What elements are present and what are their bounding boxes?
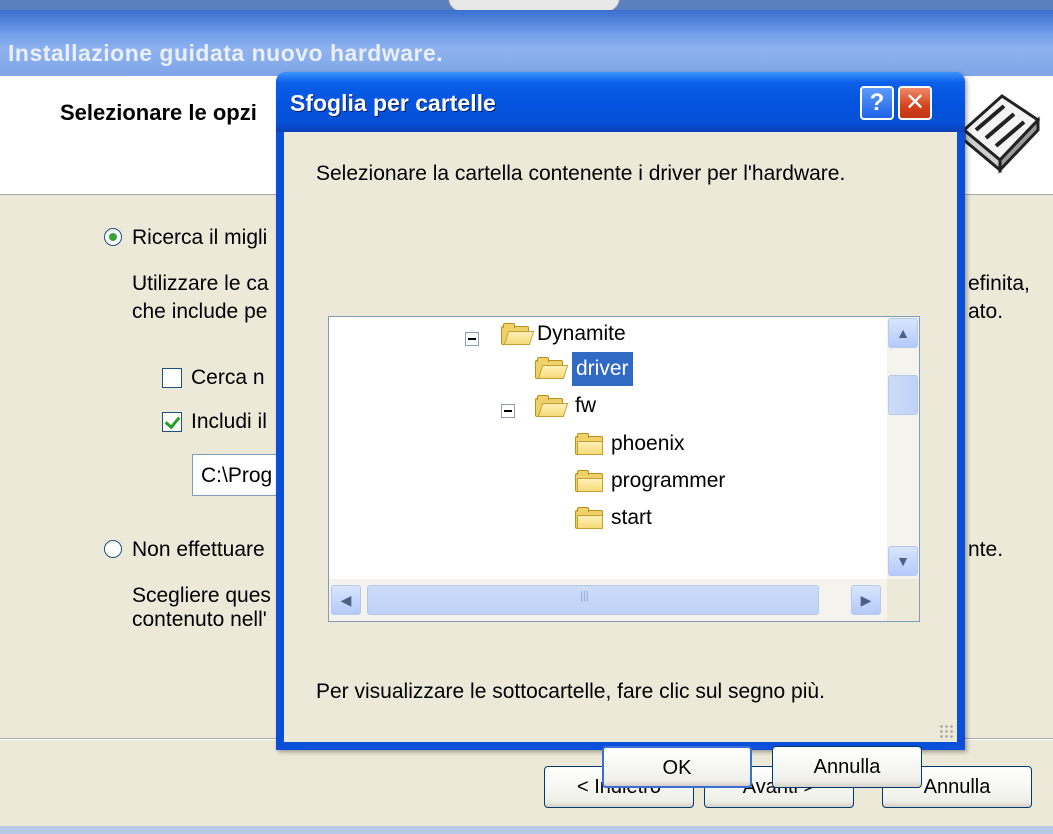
radio-search-best[interactable] [104,228,122,246]
dialog-description: Selezionare la cartella contenente i dri… [316,162,846,185]
horizontal-scroll-thumb[interactable]: ||| [367,585,819,615]
folder-open-icon [501,323,535,345]
wizard-title: Installazione guidata nuovo hardware. [8,40,444,66]
folder-icon [575,507,605,529]
dialog-title: Sfoglia per cartelle [290,90,496,116]
ok-button[interactable]: OK [602,746,752,788]
folder-icon [575,470,605,492]
checkbox-include-label: Includi il [191,410,267,433]
vertical-scroll-thumb[interactable] [888,375,918,415]
collapse-icon-dynamite[interactable] [465,332,479,346]
tree-item-phoenix[interactable]: phoenix [611,427,685,461]
option1-desc-right1: efinita, [968,272,1030,295]
wizard-bottom-border [0,826,1053,834]
tree-item-driver[interactable]: driver [572,352,633,386]
checkbox-removable-media[interactable] [162,368,182,388]
tree-item-programmer[interactable]: programmer [611,464,725,498]
path-input-value: C:\Prog [201,464,273,487]
horizontal-scrollbar[interactable]: ◀ ||| ▶ [329,579,887,621]
scroll-left-button[interactable]: ◀ [331,585,361,615]
close-button[interactable]: ✕ [898,86,932,120]
scroll-up-button[interactable]: ▲ [888,318,918,348]
radio-no-search[interactable] [104,540,122,558]
scroll-down-button[interactable]: ▼ [888,546,918,576]
checkbox-removable-label: Cerca n [191,366,265,389]
scroll-right-button[interactable]: ▶ [851,585,881,615]
option1-desc-line1: Utilizzare le ca [132,272,269,295]
chevron-up-icon: ▲ [896,325,910,341]
close-icon: ✕ [904,89,926,116]
chevron-right-icon: ▶ [860,592,872,608]
dialog-titlebar[interactable]: Sfoglia per cartelle ? ✕ [276,72,965,132]
hardware-card-icon [961,94,1041,174]
browse-folder-dialog: Sfoglia per cartelle ? ✕ Selezionare la … [276,72,965,788]
dialog-client: Selezionare la cartella contenente i dri… [284,132,957,788]
dialog-cancel-button[interactable]: Annulla [772,746,922,788]
help-button[interactable]: ? [860,86,894,120]
option2-desc-line1: Scegliere ques [132,584,271,607]
chevron-left-icon: ◀ [340,592,352,608]
collapse-icon-fw[interactable] [501,404,515,418]
wizard-header-title: Selezionare le opzi [60,100,257,125]
option1-desc-right2: ato. [968,300,1004,323]
folder-open-icon [535,395,569,417]
resize-grip[interactable] [939,724,953,738]
checkbox-include-path[interactable] [162,412,182,432]
scrollbar-corner [887,579,919,621]
option2-right-text: nte. [968,538,1004,561]
scroll-thumb-grip: ||| [580,590,589,602]
tree-item-start[interactable]: start [611,501,652,535]
folder-icon [575,433,605,455]
option1-desc-line2: che include pe [132,300,268,323]
vertical-scrollbar[interactable]: ▲ ▼ [887,317,919,579]
radio-search-best-label: Ricerca il migli [132,226,268,249]
folder-open-icon [535,357,569,379]
radio-no-search-label: Non effettuare [132,538,265,561]
help-icon: ? [869,89,885,116]
dialog-hint: Per visualizzare le sottocartelle, fare … [316,680,825,703]
option2-desc-line2: contenuto nell' [132,608,267,631]
tree-item-fw[interactable]: fw [575,389,596,423]
chevron-down-icon: ▼ [896,553,910,569]
wizard-titlebar[interactable]: Installazione guidata nuovo hardware. [0,10,1053,76]
tree-item-dynamite[interactable]: Dynamite [537,317,626,351]
folder-tree[interactable]: Dynamite driver fw phoenix programmer st… [328,316,920,622]
